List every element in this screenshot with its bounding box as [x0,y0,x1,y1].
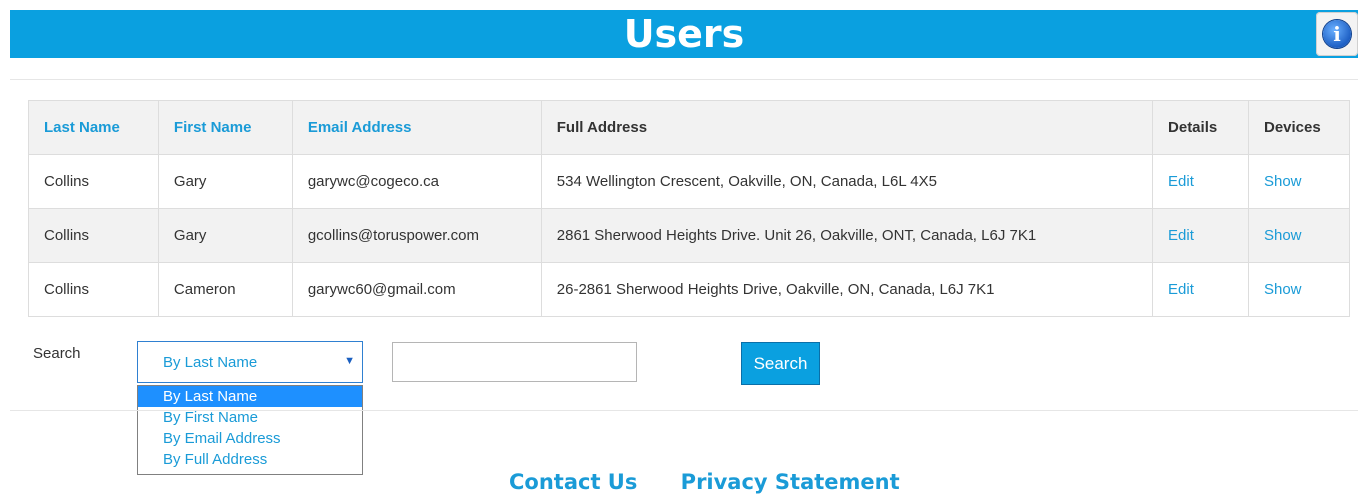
cell-email: garywc60@gmail.com [291,262,542,317]
table-row: Collins Gary gcollins@toruspower.com 286… [28,208,1351,263]
page-title: Users [623,12,745,56]
page-header: Users i [10,10,1358,58]
cell-last-name: Collins [28,262,159,317]
cell-devices: Show [1247,262,1351,317]
info-icon: i [1323,20,1351,48]
cell-details: Edit [1152,262,1249,317]
table-row: Collins Gary garywc@cogeco.ca 534 Wellin… [28,154,1351,209]
search-field-dropdown: By Last Name By First Name By Email Addr… [137,385,363,475]
column-header-devices: Devices [1247,100,1351,155]
column-header-details: Details [1152,100,1249,155]
divider [10,79,1358,80]
column-header-last-name[interactable]: Last Name [28,100,159,155]
search-button[interactable]: Search [741,342,820,385]
search-input[interactable] [392,342,637,382]
show-devices-link[interactable]: Show [1264,227,1302,244]
cell-first-name: Cameron [157,262,293,317]
cell-devices: Show [1247,154,1351,209]
cell-last-name: Collins [28,154,159,209]
column-header-first-name[interactable]: First Name [157,100,293,155]
users-table: Last Name First Name Email Address Full … [28,100,1351,317]
cell-devices: Show [1247,208,1351,263]
select-value: By Last Name [163,354,258,371]
cell-email: garywc@cogeco.ca [291,154,542,209]
edit-link[interactable]: Edit [1168,281,1194,298]
option-by-full-address[interactable]: By Full Address [138,449,362,470]
info-button[interactable]: i [1316,12,1358,56]
search-field-select[interactable]: By Last Name ▼ [137,341,363,383]
privacy-statement-link[interactable]: Privacy Statement [681,470,900,494]
cell-address: 2861 Sherwood Heights Drive. Unit 26, Oa… [540,208,1154,263]
search-label: Search [33,345,81,362]
cell-last-name: Collins [28,208,159,263]
cell-address: 26-2861 Sherwood Heights Drive, Oakville… [540,262,1154,317]
edit-link[interactable]: Edit [1168,173,1194,190]
cell-email: gcollins@toruspower.com [291,208,542,263]
contact-us-link[interactable]: Contact Us [509,470,637,494]
cell-address: 534 Wellington Crescent, Oakville, ON, C… [540,154,1154,209]
column-header-full-address: Full Address [540,100,1154,155]
show-devices-link[interactable]: Show [1264,281,1302,298]
option-by-email-address[interactable]: By Email Address [138,428,362,449]
edit-link[interactable]: Edit [1168,227,1194,244]
cell-first-name: Gary [157,154,293,209]
option-by-last-name[interactable]: By Last Name [138,386,362,407]
cell-details: Edit [1152,154,1249,209]
cell-first-name: Gary [157,208,293,263]
chevron-down-icon: ▼ [344,355,355,367]
table-header-row: Last Name First Name Email Address Full … [28,100,1351,155]
show-devices-link[interactable]: Show [1264,173,1302,190]
footer-links: Contact Us Privacy Statement [509,470,936,494]
column-header-email[interactable]: Email Address [291,100,542,155]
table-row: Collins Cameron garywc60@gmail.com 26-28… [28,262,1351,317]
footer-divider [10,410,1358,411]
cell-details: Edit [1152,208,1249,263]
